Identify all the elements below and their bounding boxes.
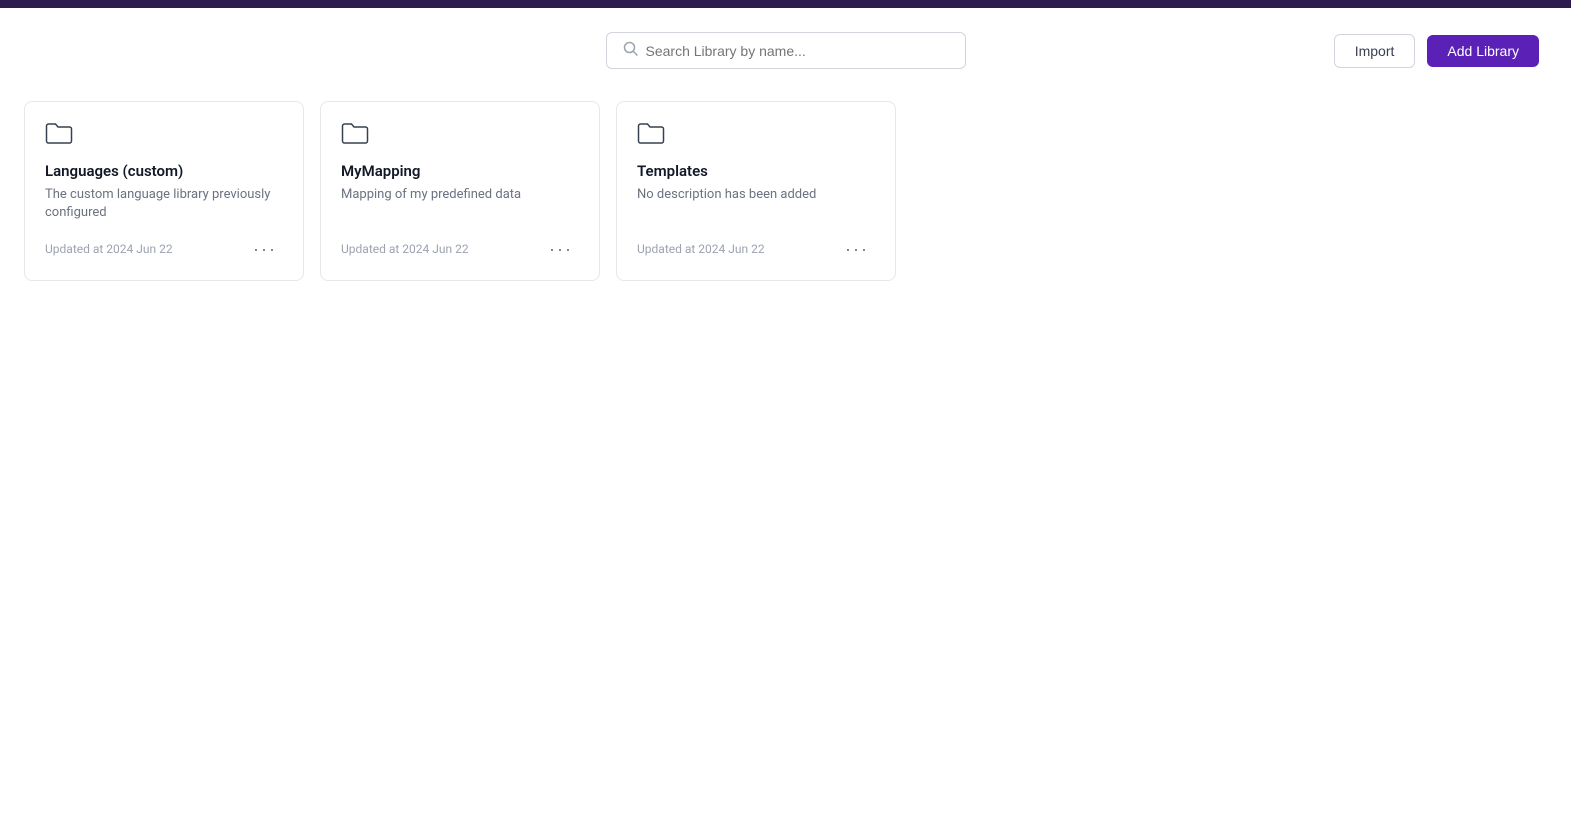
header: Import Add Library <box>0 8 1571 93</box>
folder-icon <box>341 122 579 150</box>
top-bar <box>0 0 1571 8</box>
search-icon <box>623 41 638 60</box>
library-card-languages-custom[interactable]: Languages (custom) The custom language l… <box>24 101 304 281</box>
header-actions: Import Add Library <box>1334 34 1539 68</box>
library-card-templates[interactable]: Templates No description has been added … <box>616 101 896 281</box>
card-description: The custom language library previously c… <box>45 186 283 222</box>
library-card-mymapping[interactable]: MyMapping Mapping of my predefined data … <box>320 101 600 281</box>
card-title: MyMapping <box>341 162 579 180</box>
card-updated: Updated at 2024 Jun 22 <box>45 242 173 256</box>
more-options-button[interactable]: ··· <box>247 238 283 260</box>
folder-icon <box>637 122 875 150</box>
card-description: Mapping of my predefined data <box>341 186 579 222</box>
card-title: Languages (custom) <box>45 162 283 180</box>
add-library-button[interactable]: Add Library <box>1427 35 1539 67</box>
import-button[interactable]: Import <box>1334 34 1416 68</box>
card-updated: Updated at 2024 Jun 22 <box>341 242 469 256</box>
card-updated: Updated at 2024 Jun 22 <box>637 242 765 256</box>
card-footer: Updated at 2024 Jun 22 ··· <box>45 238 283 260</box>
card-footer: Updated at 2024 Jun 22 ··· <box>637 238 875 260</box>
search-container <box>606 32 966 69</box>
more-options-button[interactable]: ··· <box>543 238 579 260</box>
card-title: Templates <box>637 162 875 180</box>
more-options-button[interactable]: ··· <box>839 238 875 260</box>
card-footer: Updated at 2024 Jun 22 ··· <box>341 238 579 260</box>
search-input[interactable] <box>646 43 949 59</box>
card-description: No description has been added <box>637 186 875 222</box>
cards-container: Languages (custom) The custom language l… <box>0 93 1571 305</box>
folder-icon <box>45 122 283 150</box>
